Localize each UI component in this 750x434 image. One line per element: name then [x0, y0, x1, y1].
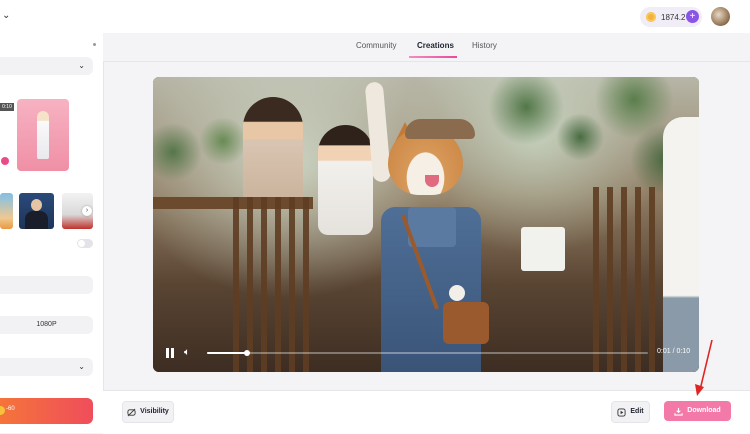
volume-icon[interactable]: 🔈︎ [184, 347, 190, 359]
pompom [449, 285, 465, 301]
chevron-down-icon: ⌄ [78, 61, 85, 70]
cafe-chair-left [233, 197, 313, 372]
template-thumb-beach[interactable] [0, 193, 13, 229]
visibility-label: Visibility [140, 408, 169, 415]
model-select[interactable]: ⌄ [0, 57, 93, 75]
coin-icon [0, 406, 5, 415]
thumb-face [31, 199, 42, 211]
download-button[interactable]: Download [664, 401, 731, 421]
reference-image-thumb[interactable] [17, 99, 69, 171]
coin-icon [646, 12, 656, 22]
cafe-person-left [243, 97, 303, 207]
top-bar: ⌄ 1874.2 + [0, 0, 750, 34]
shoulder-bag [443, 302, 489, 344]
edit-icon [617, 407, 626, 417]
pause-bar-right [171, 348, 174, 358]
video-player[interactable] [153, 77, 699, 372]
planter [521, 227, 565, 271]
chevron-down-icon[interactable]: ⌄ [2, 10, 10, 21]
thumb-figure [37, 111, 49, 159]
bottom-action-bar [103, 390, 750, 434]
thumb-body [25, 211, 48, 229]
cafe-person-middle [318, 125, 373, 235]
active-tab-indicator [409, 56, 457, 58]
tab-creations[interactable]: Creations [417, 41, 454, 50]
toggle-knob [78, 240, 85, 247]
more-icon[interactable] [93, 43, 96, 46]
generate-button[interactable]: -60 [0, 398, 93, 424]
eye-off-icon [127, 408, 136, 416]
thumb-duration-badge: 0:10 [0, 103, 14, 111]
edit-label: Edit [630, 408, 644, 415]
download-icon [674, 407, 683, 416]
tab-history[interactable]: History [472, 41, 497, 50]
plus-icon[interactable]: + [686, 10, 699, 23]
tab-community[interactable]: Community [356, 41, 396, 50]
chevron-right-icon[interactable]: › [82, 206, 92, 216]
cafe-person-right [663, 117, 699, 372]
toggle-switch[interactable] [77, 239, 93, 248]
resolution-field[interactable]: 1080P [0, 316, 93, 334]
left-settings-panel: ⌄ 0:10 › 1080P ⌄ -60 [0, 33, 104, 433]
pause-icon[interactable] [166, 348, 176, 358]
template-thumb-suit[interactable] [19, 193, 54, 229]
progress-track[interactable] [207, 350, 648, 356]
edit-button[interactable]: Edit [611, 401, 650, 423]
credits-value: 1874.2 [661, 12, 686, 22]
dog-cap [405, 119, 475, 139]
overalls-bib [408, 207, 456, 247]
option-select[interactable] [0, 276, 93, 294]
video-time: 0:01 / 0:10 [657, 348, 691, 355]
progress-fill [207, 352, 247, 354]
duration-select[interactable]: ⌄ [0, 358, 93, 376]
pause-bar-left [166, 348, 169, 358]
generate-cost: -60 [6, 406, 15, 412]
progress-handle[interactable] [243, 350, 250, 356]
record-icon[interactable] [1, 157, 9, 165]
visibility-button[interactable]: Visibility [122, 401, 174, 423]
avatar[interactable] [711, 7, 730, 26]
chevron-down-icon: ⌄ [78, 362, 85, 371]
plant-foliage-left [153, 97, 253, 207]
download-label: Download [687, 407, 721, 414]
